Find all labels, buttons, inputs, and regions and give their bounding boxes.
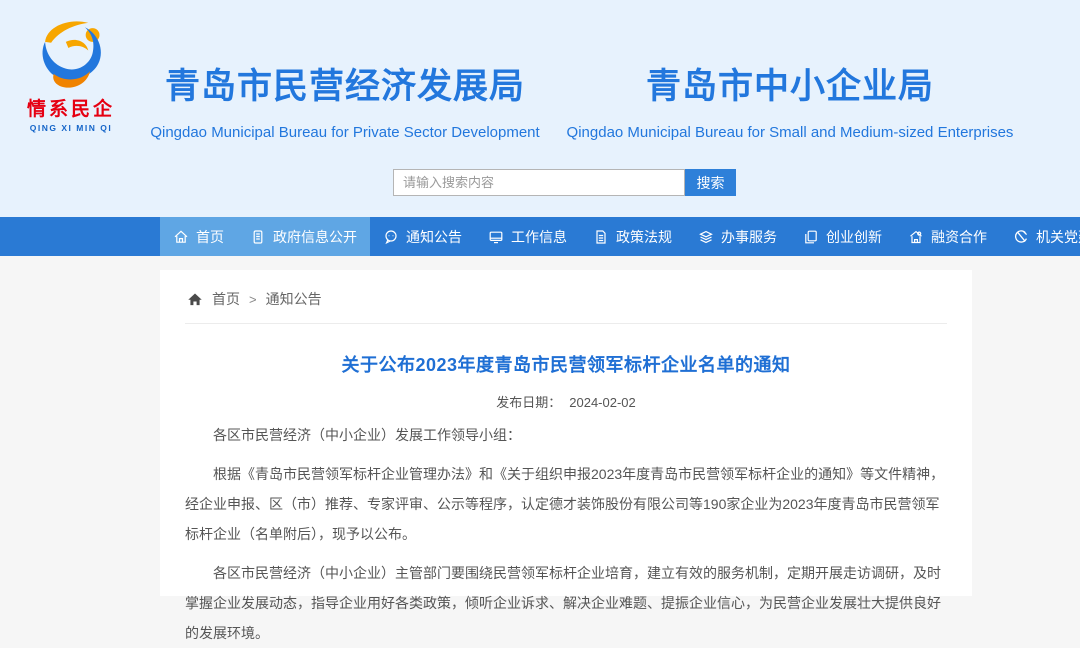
monitor-icon xyxy=(488,229,504,245)
article-paragraph: 各区市民营经济（中小企业）主管部门要围绕民营领军标杆企业培育，建立有效的服务机制… xyxy=(185,558,947,648)
doc-list-icon xyxy=(250,229,266,245)
nav-item[interactable]: 工作信息 xyxy=(475,217,580,256)
publish-date-label: 发布日期： xyxy=(496,395,561,410)
logo-caption-cn: 情系民企 xyxy=(12,94,130,121)
nav-item-label: 创业创新 xyxy=(826,227,882,247)
main-content: 首页 > 通知公告 关于公布2023年度青岛市民营领军标杆企业名单的通知 发布日… xyxy=(0,270,1080,610)
nav-item-label: 工作信息 xyxy=(511,227,567,247)
nav-item[interactable]: 通知公告 xyxy=(370,217,475,256)
nav-item[interactable]: 融资合作 xyxy=(895,217,1000,256)
home-icon xyxy=(187,292,203,307)
org2-name: 青岛市中小企业局 xyxy=(555,58,1025,109)
search-bar: 搜索 xyxy=(393,169,736,196)
search-input[interactable] xyxy=(393,169,685,196)
article-paragraph: 根据《青岛市民营领军标杆企业管理办法》和《关于组织申报2023年度青岛市民营领军… xyxy=(185,459,947,549)
comment-icon xyxy=(383,229,399,245)
nav-item-label: 办事服务 xyxy=(721,227,777,247)
nav-item[interactable]: 创业创新 xyxy=(790,217,895,256)
nav-item[interactable]: 机关党建 xyxy=(1000,217,1080,256)
nav-item-label: 机关党建 xyxy=(1036,227,1080,247)
nav-item-label: 政策法规 xyxy=(616,227,672,247)
breadcrumb-current-link[interactable]: 通知公告 xyxy=(266,289,322,309)
logo-mark-icon xyxy=(26,16,116,92)
main-navbar: 首页 政府信息公开 通知公告 工作信息 政策法规 xyxy=(0,217,1080,256)
article-paragraph: 各区市民营经济（中小企业）发展工作领导小组： xyxy=(185,420,947,450)
copy-icon xyxy=(803,229,819,245)
org-block-sme-bureau: 青岛市中小企业局 Qingdao Municipal Bureau for Sm… xyxy=(555,58,1025,141)
org1-name: 青岛市民营经济发展局 xyxy=(150,58,540,109)
nav-item-label: 政府信息公开 xyxy=(273,227,357,247)
nav-item[interactable]: 首页 xyxy=(160,217,237,256)
article-publish-date: 发布日期： 2024-02-02 xyxy=(185,392,947,411)
search-button[interactable]: 搜索 xyxy=(685,169,736,196)
publish-date-value: 2024-02-02 xyxy=(569,395,636,410)
article-title: 关于公布2023年度青岛市民营领军标杆企业名单的通知 xyxy=(185,351,947,377)
breadcrumb-separator: > xyxy=(249,292,257,307)
org1-name-en: Qingdao Municipal Bureau for Private Sec… xyxy=(150,124,540,141)
nav-item[interactable]: 办事服务 xyxy=(685,217,790,256)
nav-item[interactable]: 政策法规 xyxy=(580,217,685,256)
nav-items: 首页 政府信息公开 通知公告 工作信息 政策法规 xyxy=(160,217,1080,256)
article-card: 首页 > 通知公告 关于公布2023年度青岛市民营领军标杆企业名单的通知 发布日… xyxy=(160,270,972,596)
article-body: 各区市民营经济（中小企业）发展工作领导小组： 根据《青岛市民营领军标杆企业管理办… xyxy=(185,420,947,648)
nav-item-label: 通知公告 xyxy=(406,227,462,247)
nav-item[interactable]: 政府信息公开 xyxy=(237,217,370,256)
home-icon xyxy=(173,229,189,245)
org-block-private-sector: 青岛市民营经济发展局 Qingdao Municipal Bureau for … xyxy=(150,58,540,141)
party-emblem-icon xyxy=(1013,229,1029,245)
org2-name-en: Qingdao Municipal Bureau for Small and M… xyxy=(555,124,1025,141)
bank-icon xyxy=(908,229,924,245)
document-icon xyxy=(593,229,609,245)
site-header: 情系民企 QING XI MIN QI 青岛市民营经济发展局 Qingdao M… xyxy=(0,0,1080,217)
nav-item-label: 融资合作 xyxy=(931,227,987,247)
site-logo[interactable]: 情系民企 QING XI MIN QI xyxy=(12,16,130,133)
breadcrumb: 首页 > 通知公告 xyxy=(185,270,947,324)
layers-icon xyxy=(698,229,714,245)
breadcrumb-home-link[interactable]: 首页 xyxy=(212,289,240,309)
nav-item-label: 首页 xyxy=(196,227,224,247)
logo-caption-en: QING XI MIN QI xyxy=(12,123,130,133)
